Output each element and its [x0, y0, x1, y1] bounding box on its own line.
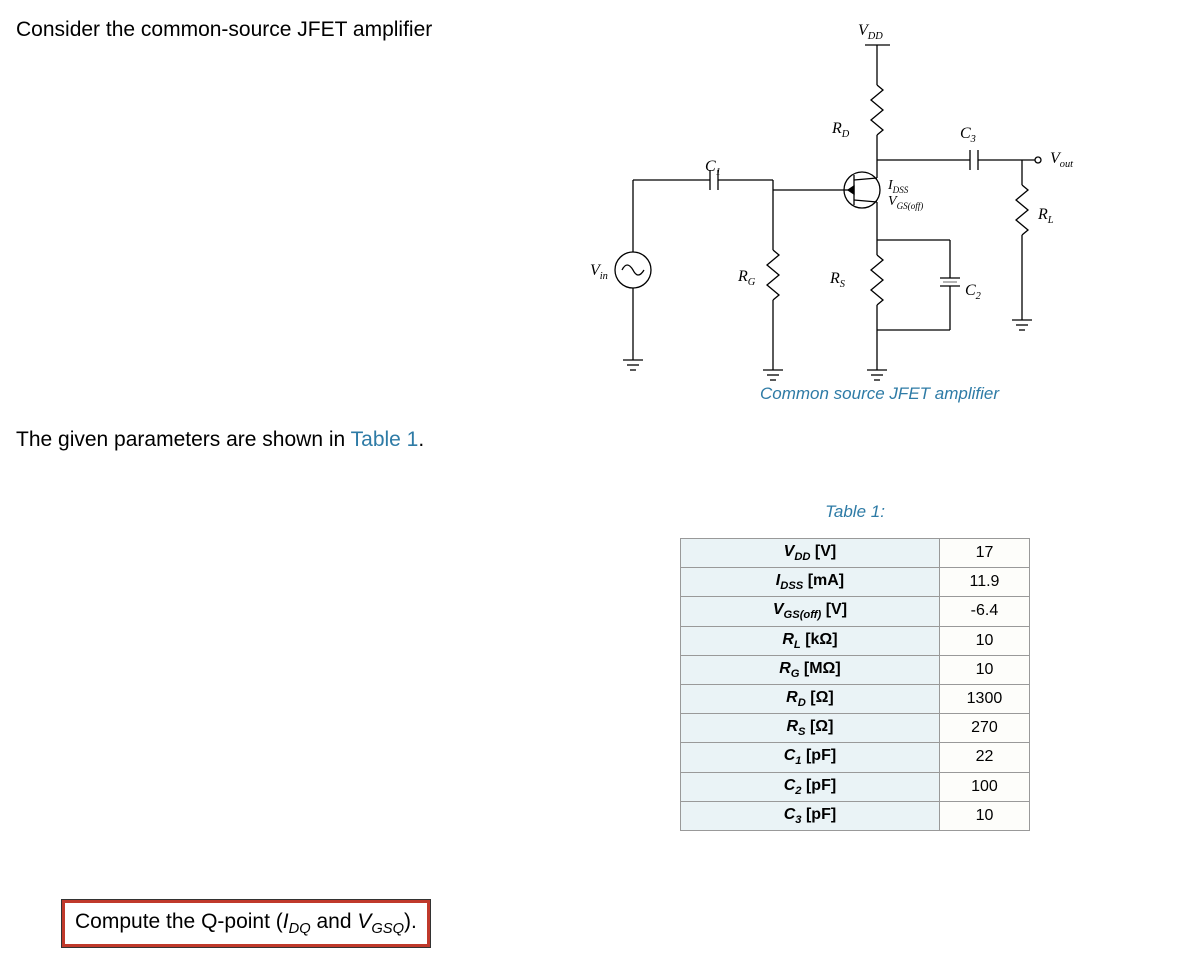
- table-row: C2 [pF]100: [681, 772, 1030, 801]
- table-link: Table 1: [351, 428, 419, 451]
- param-label: C3 [pF]: [681, 801, 940, 830]
- label-rs: RS: [830, 270, 845, 290]
- label-c3: C3: [960, 125, 976, 145]
- param-value: 22: [939, 743, 1029, 772]
- param-label: RG [MΩ]: [681, 655, 940, 684]
- param-label: RL [kΩ]: [681, 626, 940, 655]
- param-value: 10: [939, 655, 1029, 684]
- param-value: 270: [939, 714, 1029, 743]
- parameters-text: The given parameters are shown in Table …: [16, 428, 424, 452]
- label-vdd: VDD: [858, 22, 883, 42]
- intro-text: Consider the common-source JFET amplifie…: [16, 18, 432, 42]
- label-rg: RG: [738, 268, 755, 288]
- param-label: RD [Ω]: [681, 684, 940, 713]
- param-label: IDSS [mA]: [681, 568, 940, 597]
- table-row: RG [MΩ]10: [681, 655, 1030, 684]
- label-vgsoff: VGS(off): [888, 194, 923, 211]
- table-row: RD [Ω]1300: [681, 684, 1030, 713]
- circuit-diagram: VDD RD C3 Vout C1 IDSS VGS(off) RL Vin R…: [590, 10, 1130, 390]
- param-label: C1 [pF]: [681, 743, 940, 772]
- table-row: RS [Ω]270: [681, 714, 1030, 743]
- table-row: IDSS [mA]11.9: [681, 568, 1030, 597]
- label-rd: RD: [832, 120, 849, 140]
- param-value: 10: [939, 801, 1029, 830]
- circuit-caption: Common source JFET amplifier: [760, 384, 999, 404]
- table-row: C3 [pF]10: [681, 801, 1030, 830]
- param-label: C2 [pF]: [681, 772, 940, 801]
- param-value: 11.9: [939, 568, 1029, 597]
- label-c1: C1: [705, 158, 721, 178]
- param-value: -6.4: [939, 597, 1029, 626]
- param-value: 10: [939, 626, 1029, 655]
- param-value: 100: [939, 772, 1029, 801]
- label-vout: Vout: [1050, 150, 1073, 170]
- label-rl: RL: [1038, 206, 1054, 226]
- boxed-question: Compute the Q-point (IDQ and VGSQ).: [62, 900, 430, 947]
- param-label: VGS(off) [V]: [681, 597, 940, 626]
- table-row: VGS(off) [V]-6.4: [681, 597, 1030, 626]
- param-value: 17: [939, 539, 1029, 568]
- label-idss: IDSS: [888, 178, 908, 195]
- table-row: C1 [pF]22: [681, 743, 1030, 772]
- param-label: VDD [V]: [681, 539, 940, 568]
- table-row: RL [kΩ]10: [681, 626, 1030, 655]
- parameters-table: VDD [V]17IDSS [mA]11.9VGS(off) [V]-6.4RL…: [680, 538, 1030, 831]
- param-value: 1300: [939, 684, 1029, 713]
- table-title: Table 1:: [680, 502, 1030, 522]
- label-vin: Vin: [590, 262, 608, 282]
- table-row: VDD [V]17: [681, 539, 1030, 568]
- param-label: RS [Ω]: [681, 714, 940, 743]
- parameters-table-container: Table 1: VDD [V]17IDSS [mA]11.9VGS(off) …: [680, 502, 1030, 831]
- label-c2: C2: [965, 282, 981, 302]
